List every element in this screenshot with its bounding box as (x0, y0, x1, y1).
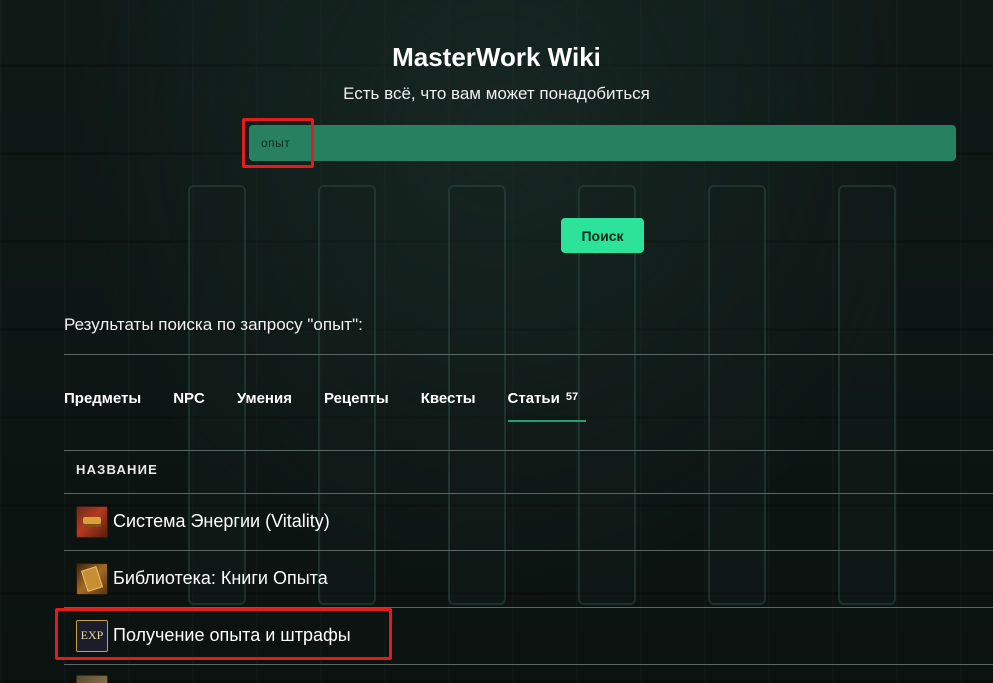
page-title: MasterWork Wiki (392, 42, 601, 72)
tab-label: Предметы (64, 390, 142, 407)
experience-book-icon (76, 562, 108, 595)
tab-skills[interactable]: Умения (237, 390, 292, 419)
exp-icon: EXP (76, 619, 108, 652)
table-row[interactable]: Библиотека: Книги Опыта (64, 550, 993, 607)
category-tabs: Предметы NPC Умения Рецепты Квесты Стать… (64, 390, 610, 422)
row-title[interactable]: Библиотека: Книги Опыта (113, 568, 328, 589)
tab-recipes[interactable]: Рецепты (324, 390, 389, 419)
table-row[interactable] (64, 664, 993, 683)
tab-count-badge: 57 (565, 391, 579, 403)
table-row[interactable]: EXP Получение опыта и штрафы (64, 607, 993, 664)
search-input[interactable] (249, 125, 956, 161)
tab-label: Рецепты (323, 390, 389, 407)
tab-npc[interactable]: NPC (173, 390, 205, 419)
tab-articles[interactable]: Статьи 57 (507, 390, 586, 422)
table-row[interactable]: Система Энергии (Vitality) (64, 493, 993, 550)
divider (64, 354, 993, 355)
divider (64, 450, 993, 451)
tab-label: NPC (173, 390, 205, 407)
item-icon (76, 675, 108, 683)
column-header-name: НАЗВАНИЕ (76, 462, 159, 477)
exp-icon-text: EXP (80, 628, 104, 642)
tab-label: Статьи (507, 390, 560, 407)
tab-quests[interactable]: Квесты (421, 390, 476, 419)
results-heading: Результаты поиска по запросу "опыт": (64, 315, 363, 334)
tab-label: Квесты (420, 390, 476, 407)
tab-label: Умения (236, 390, 292, 407)
page-subtitle: Есть всё, что вам может понадобиться (343, 84, 650, 103)
search-button[interactable]: Поиск (561, 218, 644, 253)
row-title[interactable]: Система Энергии (Vitality) (113, 511, 330, 532)
tab-items[interactable]: Предметы (64, 390, 141, 419)
energy-chest-icon (76, 505, 108, 538)
row-title[interactable]: Получение опыта и штрафы (113, 625, 351, 646)
search-bar[interactable] (249, 125, 956, 161)
